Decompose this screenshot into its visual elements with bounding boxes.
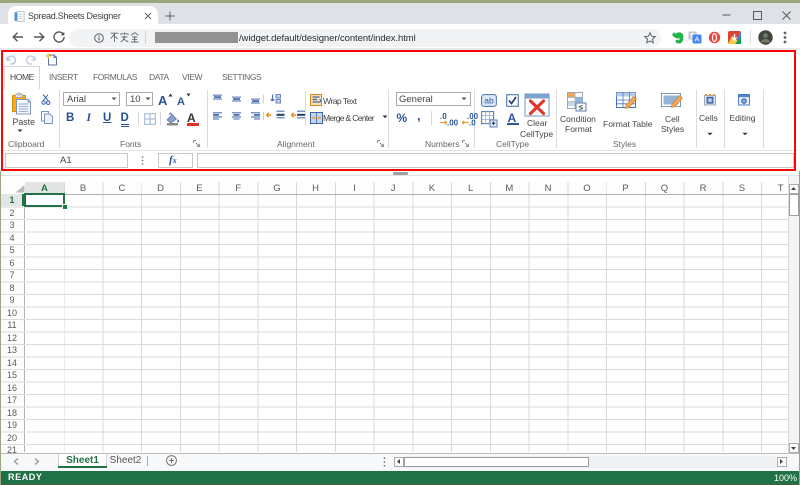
svg-text:A: A: [694, 34, 699, 43]
